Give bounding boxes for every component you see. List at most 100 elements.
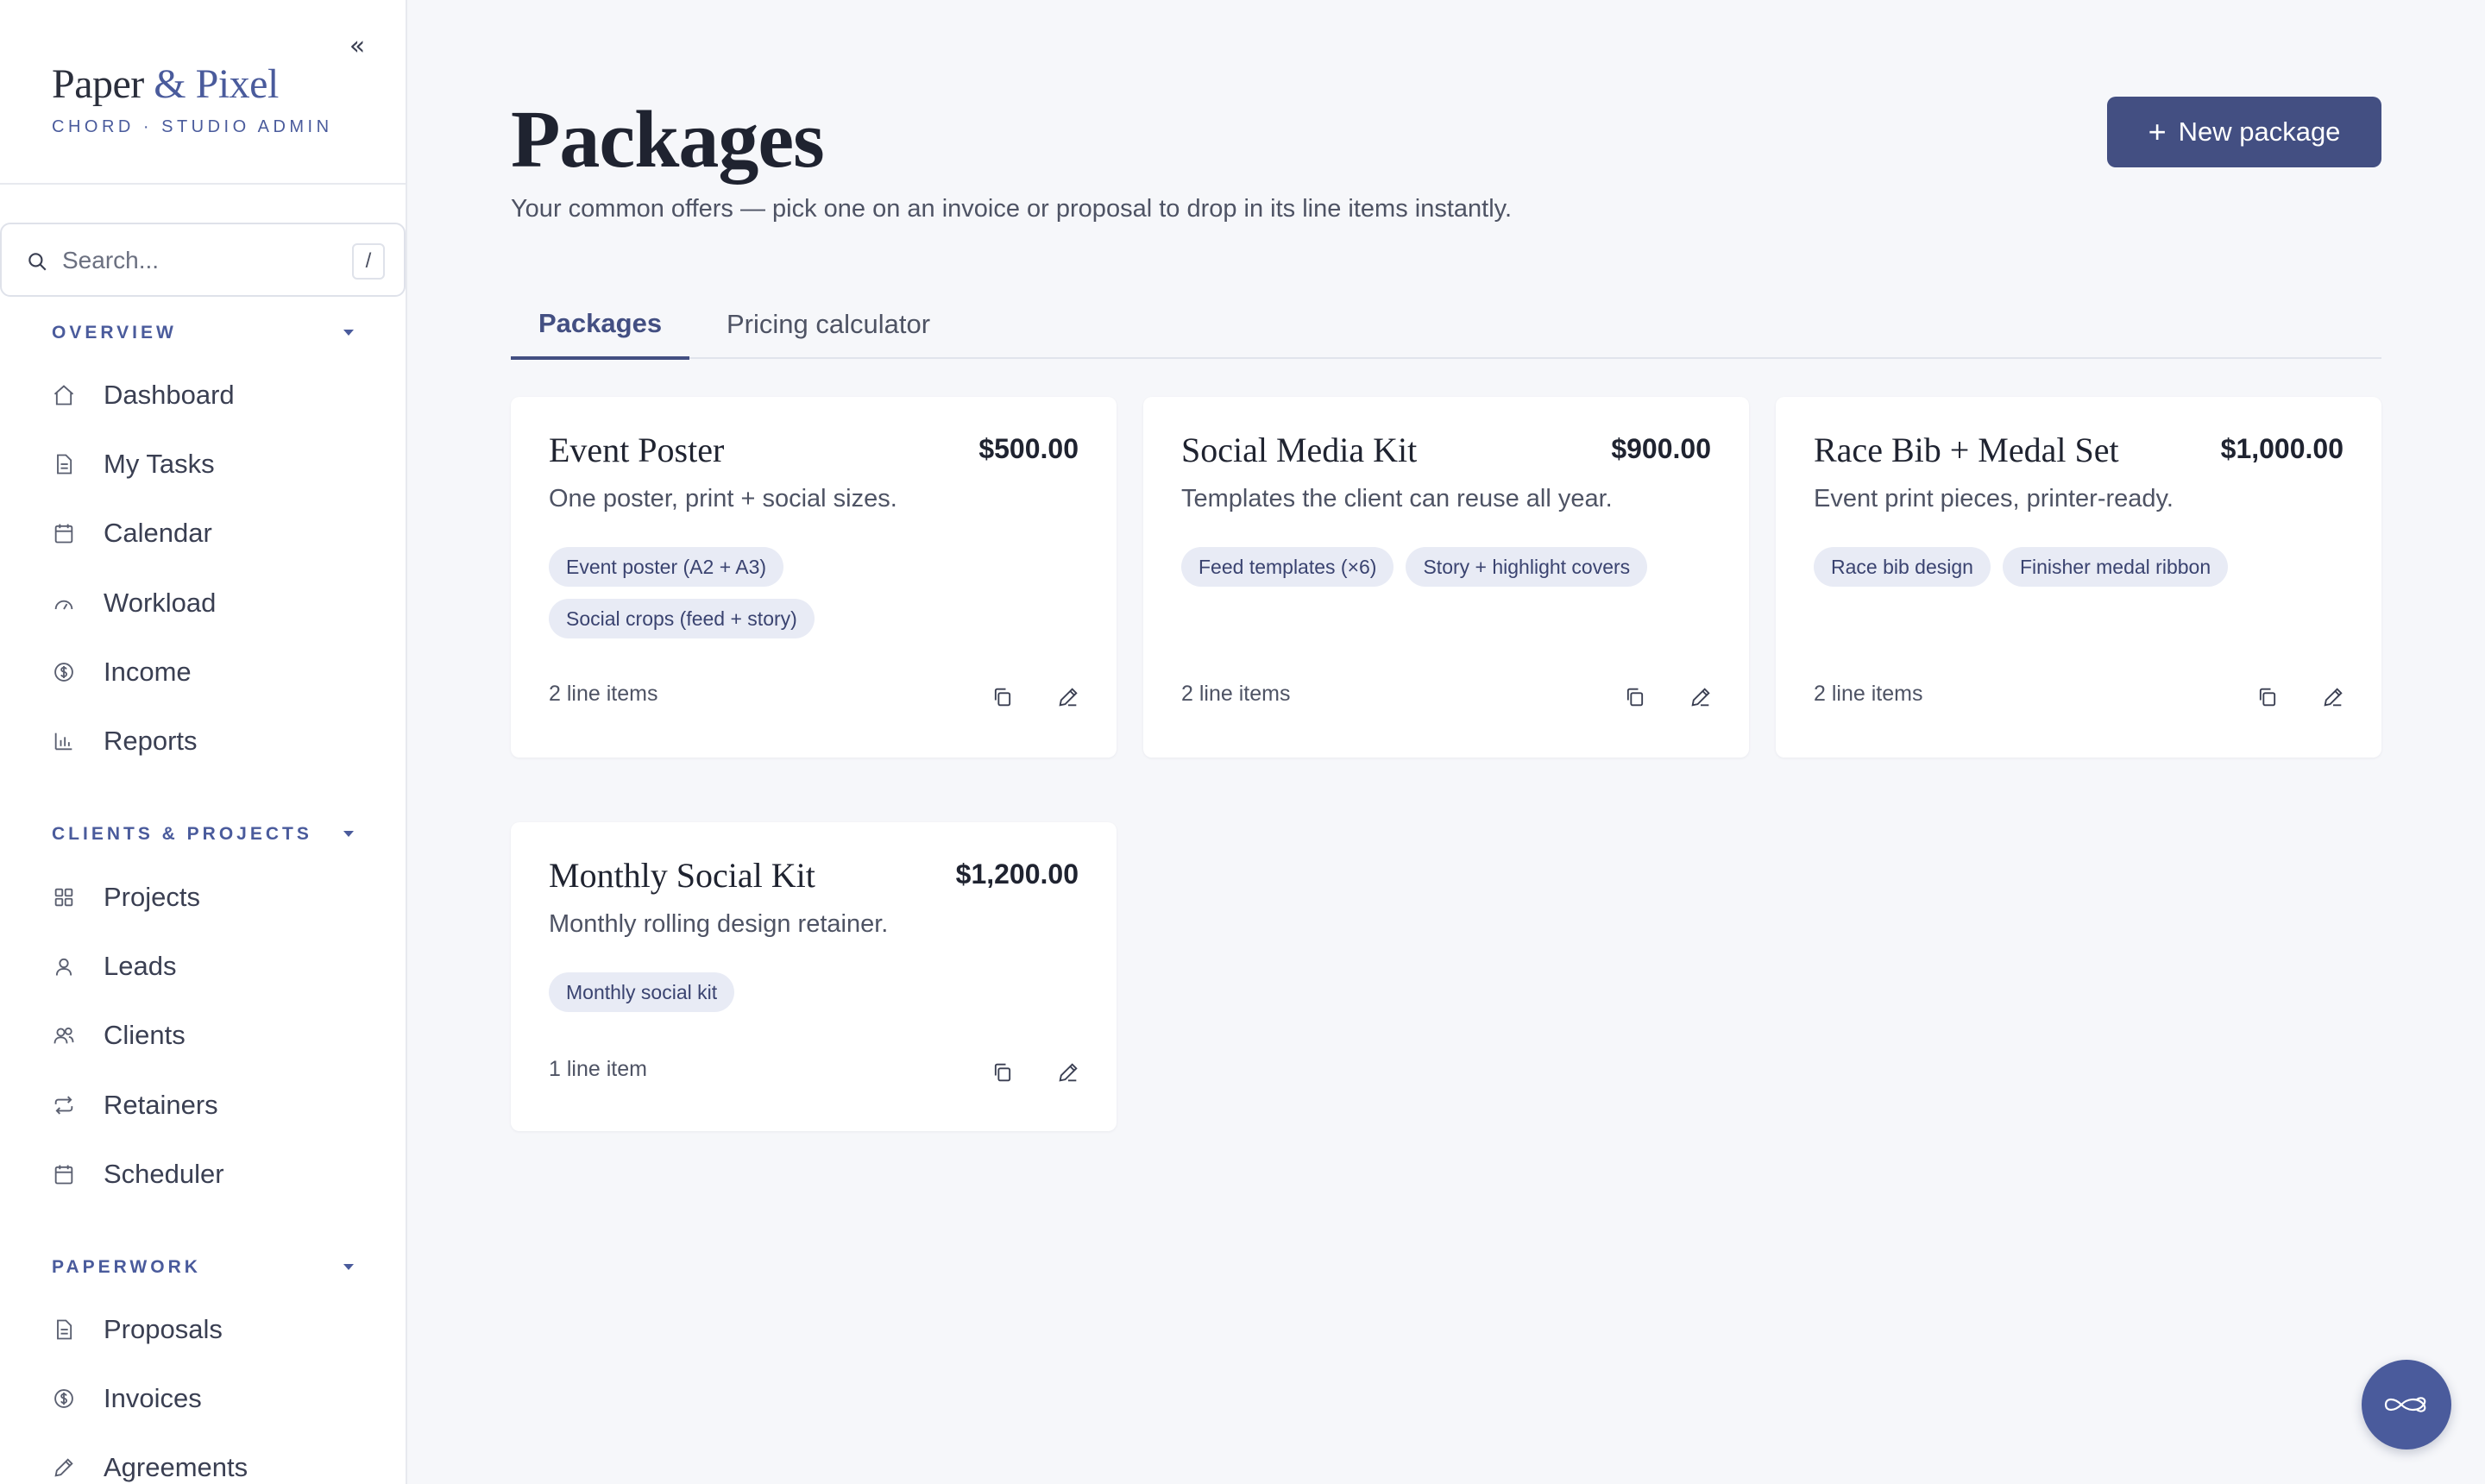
line-item-chips: Event poster (A2 + A3) Social crops (fee… [549,547,1084,638]
package-description: One poster, print + social sizes. [549,485,897,512]
edit-button[interactable] [1049,678,1087,716]
search-input[interactable] [62,242,321,280]
sidebar-item-label: Reports [104,726,198,756]
sidebar-item-invoices[interactable]: Invoices [52,1374,380,1423]
line-item-chip: Finisher medal ribbon [2002,547,2229,587]
search-box: / [0,223,406,297]
tab-packages[interactable]: Packages [511,290,690,360]
sidebar-item-label: Invoices [104,1383,202,1413]
calendar-icon [52,1162,76,1186]
package-card[interactable]: Monthly Social Kit $1,200.00 Monthly rol… [511,822,1117,1131]
package-card[interactable]: Race Bib + Medal Set $1,000.00 Event pri… [1776,397,2381,758]
sidebar-item-reports[interactable]: Reports [52,717,380,765]
plus-icon: + [2148,114,2167,149]
sidebar-item-calendar[interactable]: Calendar [52,509,380,557]
brand-ampersand: & [154,61,186,107]
gauge-icon [52,591,76,615]
sidebar: « Paper & Pixel CHORD · STUDIO ADMIN / O… [0,0,407,1484]
repeat-icon [52,1093,76,1117]
line-item-count: 2 line items [1814,682,1923,706]
bar-chart-icon [52,729,76,753]
duplicate-button[interactable] [984,678,1022,716]
sidebar-item-retainers[interactable]: Retainers [52,1081,380,1129]
sidebar-item-proposals[interactable]: Proposals [52,1305,380,1354]
search-icon [28,253,47,271]
sidebar-item-label: Retainers [104,1090,218,1120]
line-item-count: 2 line items [1181,682,1291,706]
dollar-icon [52,1387,76,1411]
pencil-icon [1059,688,1078,707]
sidebar-item-dashboard[interactable]: Dashboard [52,371,380,419]
brand-subtitle: CHORD · STUDIO ADMIN [52,117,333,136]
search-shortcut-key: / [352,243,385,280]
sidebar-item-clients[interactable]: Clients [52,1011,380,1060]
sidebar-item-projects[interactable]: Projects [52,873,380,921]
user-icon [52,954,76,978]
collapse-sidebar-button[interactable]: « [343,33,371,60]
sidebar-item-agreements[interactable]: Agreements [52,1443,380,1484]
edit-button[interactable] [1049,1053,1087,1091]
page-subtitle: Your common offers — pick one on an invo… [511,195,1513,223]
sidebar-item-income[interactable]: Income [52,648,380,696]
sidebar-item-label: Leads [104,951,177,981]
line-item-chips: Monthly social kit [549,972,1084,1012]
home-icon [52,383,76,407]
tab-label: Pricing calculator [727,309,931,339]
line-item-count: 2 line items [549,682,658,706]
section-title: PAPERWORK [52,1257,201,1277]
divider [0,183,406,185]
package-description: Templates the client can reuse all year. [1181,485,1613,512]
duplicate-button[interactable] [984,1053,1022,1091]
sidebar-item-my-tasks[interactable]: My Tasks [52,440,380,488]
brand-logo[interactable]: Paper & Pixel [52,60,279,108]
section-paperwork-toggle[interactable]: PAPERWORK [52,1257,354,1283]
sidebar-item-leads[interactable]: Leads [52,942,380,990]
sidebar-item-label: My Tasks [104,449,215,479]
section-clients-projects-toggle[interactable]: CLIENTS & PROJECTS [52,824,354,850]
line-item-chip: Social crops (feed + story) [549,599,815,638]
edit-button[interactable] [2314,678,2352,716]
package-title: Race Bib + Medal Set [1814,431,2119,469]
package-price: $1,000.00 [2220,433,2343,464]
line-item-chips: Race bib design Finisher medal ribbon [1814,547,2349,587]
duplicate-button[interactable] [1616,678,1654,716]
sidebar-item-label: Calendar [104,518,212,548]
section-title: CLIENTS & PROJECTS [52,824,312,844]
main-content: Packages Your common offers — pick one o… [407,0,2485,1484]
pencil-icon [1059,1063,1078,1082]
document-icon [52,452,76,476]
infinity-icon [2384,1397,2426,1412]
line-item-chip: Race bib design [1814,547,1991,587]
copy-icon [2259,688,2276,707]
pencil-icon [1691,688,1710,707]
sidebar-item-label: Proposals [104,1314,223,1344]
package-card[interactable]: Social Media Kit $900.00 Templates the c… [1143,397,1749,758]
sidebar-item-scheduler[interactable]: Scheduler [52,1150,380,1198]
new-package-button[interactable]: + New package [2107,97,2381,167]
grid-icon [52,885,76,909]
copy-icon [1626,688,1644,707]
sidebar-item-label: Agreements [104,1452,248,1482]
sidebar-item-workload[interactable]: Workload [52,579,380,627]
help-chat-button[interactable] [2362,1360,2451,1449]
package-price: $900.00 [1611,433,1711,464]
section-overview-toggle[interactable]: OVERVIEW [52,323,354,349]
tab-bar: Packages Pricing calculator [511,290,2381,360]
sidebar-item-label: Workload [104,588,217,618]
package-description: Event print pieces, printer-ready. [1814,485,2174,512]
sidebar-item-label: Income [104,657,192,687]
users-icon [52,1023,76,1047]
line-item-chip: Feed templates (×6) [1181,547,1394,587]
dollar-icon [52,660,76,684]
chevron-down-icon [343,330,354,336]
new-package-label: New package [2178,116,2341,147]
line-item-chip: Story + highlight covers [1406,547,1648,587]
sidebar-item-label: Projects [104,882,200,912]
chevron-down-icon [343,1264,354,1270]
edit-button[interactable] [1682,678,1720,716]
duplicate-button[interactable] [2249,678,2287,716]
tab-pricing-calculator[interactable]: Pricing calculator [727,290,930,359]
section-title: OVERVIEW [52,323,177,343]
package-card[interactable]: Event Poster $500.00 One poster, print +… [511,397,1117,758]
sidebar-item-label: Dashboard [104,380,235,410]
